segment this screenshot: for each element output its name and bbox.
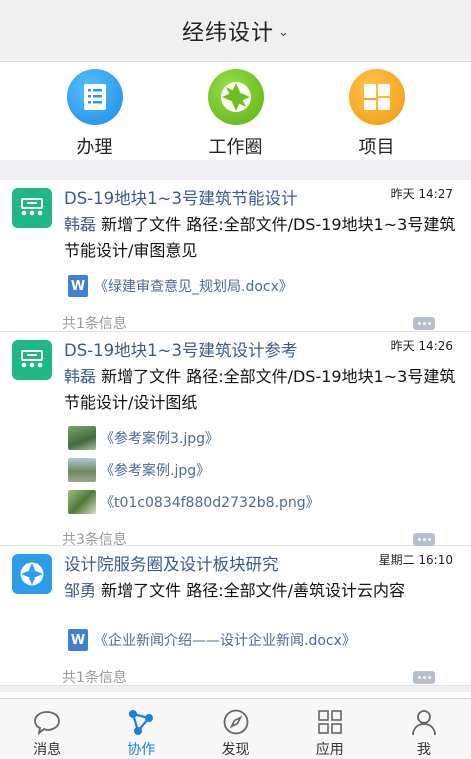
- team-icon: [12, 188, 52, 228]
- feed-item-body: 韩磊 新增了文件 路径:全部文件/DS-19地块1~3号建筑节能设计/设计图纸: [64, 364, 457, 416]
- apps-grid-icon: [315, 708, 345, 736]
- attachment-link[interactable]: W 《企业新闻介绍——设计企业新闻.docx》: [68, 624, 457, 656]
- activity-feed: DS-19地块1~3号建筑节能设计 昨天 14:27 韩磊 新增了文件 路径:全…: [0, 180, 471, 698]
- quick-action-project[interactable]: 项目: [317, 62, 437, 159]
- word-doc-icon: W: [68, 275, 88, 297]
- attachment-link[interactable]: W 《绿建审查意见_规划局.docx》: [68, 270, 457, 302]
- tab-label: 消息: [33, 742, 62, 758]
- attachment-name: 《参考案例3.jpg》: [100, 431, 220, 447]
- feed-item-text: 新增了文件 路径:全部文件/善筑设计云内容: [96, 581, 405, 600]
- org-switcher-title[interactable]: 经纬设计: [182, 15, 274, 47]
- tab-discover[interactable]: 发现: [188, 699, 282, 759]
- attachment-link[interactable]: 《t01c0834f880d2732b8.png》: [68, 486, 457, 518]
- attachment-list: 《参考案例3.jpg》 《参考案例.jpg》 《t01c0834f880d273…: [64, 416, 457, 522]
- attachment-list: W 《企业新闻介绍——设计企业新闻.docx》: [64, 604, 457, 660]
- tab-label: 发现: [221, 742, 250, 758]
- chevron-down-icon[interactable]: ⌄: [278, 25, 289, 40]
- chat-bubble-icon: [32, 708, 62, 736]
- tab-messages[interactable]: 消息: [0, 699, 94, 759]
- message-count: 共1条信息: [62, 316, 127, 332]
- image-thumbnail: [68, 426, 96, 450]
- attachment-link[interactable]: 《参考案例.jpg》: [68, 454, 457, 486]
- grid-blocks-icon: [348, 69, 405, 125]
- attachment-name: 《企业新闻介绍——设计企业新闻.docx》: [94, 633, 356, 649]
- feed-item-time: 星期二 16:10: [378, 553, 453, 567]
- word-doc-icon: W: [68, 629, 88, 651]
- quick-action-label: 项目: [358, 137, 395, 158]
- attachment-name: 《参考案例.jpg》: [100, 463, 211, 479]
- quick-action-handle[interactable]: 办理: [35, 62, 155, 159]
- aperture-icon: [207, 69, 264, 125]
- image-thumbnail: [68, 458, 96, 482]
- team-icon: [12, 340, 52, 380]
- feed-item-body: 韩磊 新增了文件 路径:全部文件/DS-19地块1~3号建筑节能设计/审图意见: [64, 212, 457, 264]
- feed-item-user[interactable]: 邹勇: [64, 581, 96, 600]
- tab-apps[interactable]: 应用: [283, 699, 377, 759]
- document-list-icon: [66, 69, 123, 125]
- tab-label: 应用: [315, 742, 344, 758]
- comment-icon[interactable]: [413, 317, 435, 330]
- quick-action-label: 办理: [76, 137, 113, 158]
- feed-item-time: 昨天 14:26: [390, 339, 453, 353]
- attachment-name: 《t01c0834f880d2732b8.png》: [100, 495, 320, 511]
- feed-item-body: 邹勇 新增了文件 路径:全部文件/善筑设计云内容: [64, 578, 457, 604]
- tab-collaboration[interactable]: 协作: [94, 699, 188, 759]
- feed-item-time: 昨天 14:27: [390, 187, 453, 201]
- feed-item-footer: 共1条信息: [4, 660, 457, 694]
- feed-item[interactable]: DS-19地块1~3号建筑设计参考 昨天 14:26 韩磊 新增了文件 路径:全…: [0, 332, 471, 548]
- feed-item-user[interactable]: 韩磊: [64, 215, 96, 234]
- tab-label: 协作: [127, 742, 156, 758]
- quick-action-label: 工作圈: [208, 137, 263, 158]
- app-header: 经纬设计 ⌄: [0, 0, 471, 62]
- feed-item-text: 新增了文件 路径:全部文件/DS-19地块1~3号建筑节能设计/设计图纸: [64, 367, 456, 412]
- comment-icon[interactable]: [413, 671, 435, 684]
- bottom-tab-bar: 消息 协作 发现 应用 我: [0, 698, 471, 759]
- feed-item[interactable]: 设计院服务圈及设计板块研究 星期二 16:10 邹勇 新增了文件 路径:全部文件…: [0, 546, 471, 686]
- collaboration-icon: [126, 708, 156, 736]
- quick-actions: 办理 工作圈 项目: [0, 62, 471, 160]
- compass-icon: [221, 708, 251, 736]
- aperture-icon: [12, 554, 52, 594]
- tab-me[interactable]: 我: [377, 699, 471, 759]
- comment-icon[interactable]: [413, 533, 435, 546]
- attachment-list: W 《绿建审查意见_规划局.docx》: [64, 264, 457, 306]
- message-count: 共1条信息: [62, 670, 127, 686]
- quick-action-workcircle[interactable]: 工作圈: [176, 62, 296, 159]
- feed-item-user[interactable]: 韩磊: [64, 367, 96, 386]
- person-icon: [409, 708, 439, 736]
- attachment-name: 《绿建审查意见_规划局.docx》: [94, 279, 293, 295]
- image-thumbnail: [68, 490, 96, 514]
- feed-item[interactable]: DS-19地块1~3号建筑节能设计 昨天 14:27 韩磊 新增了文件 路径:全…: [0, 180, 471, 332]
- feed-item-text: 新增了文件 路径:全部文件/DS-19地块1~3号建筑节能设计/审图意见: [64, 215, 456, 260]
- tab-label: 我: [416, 742, 431, 758]
- attachment-link[interactable]: 《参考案例3.jpg》: [68, 422, 457, 454]
